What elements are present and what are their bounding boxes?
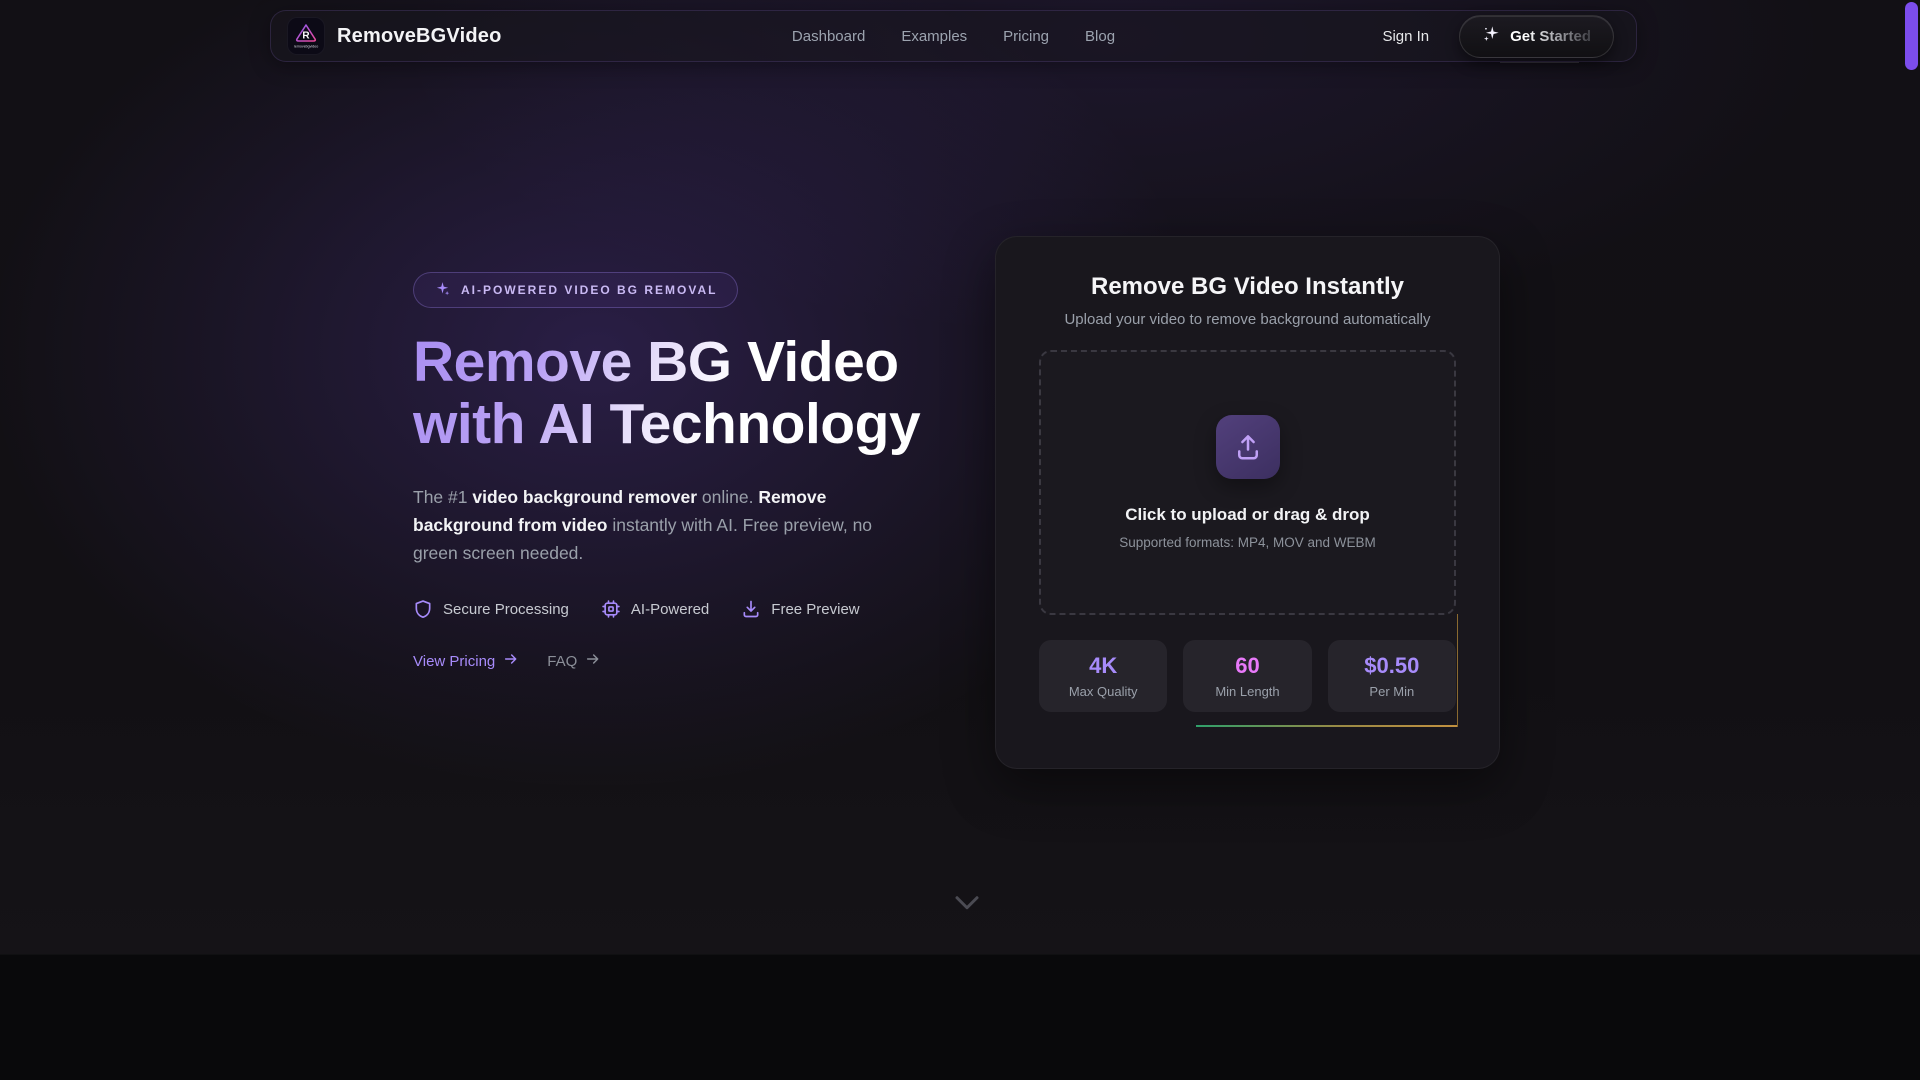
upload-card-title: Remove BG Video Instantly xyxy=(1039,273,1456,301)
feature-secure-processing: Secure Processing xyxy=(413,599,569,619)
feature-ai-powered: AI-Powered xyxy=(601,599,709,619)
page: R removebgvideo RemoveBGVideo Dashboard … xyxy=(0,0,1920,1080)
hero-description: The #1 video background remover online. … xyxy=(413,483,907,567)
download-icon xyxy=(741,599,761,619)
nav-links: Dashboard Examples Pricing Blog xyxy=(792,28,1115,45)
feature-list: Secure Processing AI-Powered xyxy=(413,599,958,619)
nav-link-dashboard[interactable]: Dashboard xyxy=(792,28,865,45)
stat-value: $0.50 xyxy=(1364,653,1419,679)
nav-link-pricing[interactable]: Pricing xyxy=(1003,28,1049,45)
stat-label: Max Quality xyxy=(1069,684,1138,699)
sparkles-icon xyxy=(1482,24,1501,48)
dropzone-title: Click to upload or drag & drop xyxy=(1125,505,1370,525)
faq-link[interactable]: FAQ xyxy=(547,651,601,671)
cpu-icon xyxy=(601,599,621,619)
upload-card: Remove BG Video Instantly Upload your vi… xyxy=(995,236,1500,769)
brand-home-link[interactable]: R removebgvideo RemoveBGVideo xyxy=(287,17,502,55)
sign-in-link[interactable]: Sign In xyxy=(1382,28,1429,45)
stat-value: 60 xyxy=(1235,653,1259,679)
app-logo-icon: R removebgvideo xyxy=(287,17,325,55)
hero-background xyxy=(0,0,1920,954)
feature-free-preview: Free Preview xyxy=(741,599,859,619)
svg-text:R: R xyxy=(302,31,310,42)
scrollbar-thumb[interactable] xyxy=(1905,2,1918,70)
footer-section xyxy=(0,954,1920,1080)
feature-label: Secure Processing xyxy=(443,601,569,618)
get-started-button[interactable]: Get Started xyxy=(1459,15,1614,58)
feature-label: AI-Powered xyxy=(631,601,709,618)
svg-text:removebgvideo: removebgvideo xyxy=(294,45,319,49)
view-pricing-link[interactable]: View Pricing xyxy=(413,651,519,671)
scroll-down-chevron-icon[interactable] xyxy=(952,892,982,921)
feature-label: Free Preview xyxy=(771,601,859,618)
hero-links: View Pricing FAQ xyxy=(413,651,958,671)
upload-dropzone[interactable]: Click to upload or drag & drop Supported… xyxy=(1039,350,1456,615)
upload-card-subtitle: Upload your video to remove background a… xyxy=(1039,311,1456,328)
gradient-artifact-line xyxy=(1196,725,1458,727)
nav-link-examples[interactable]: Examples xyxy=(901,28,967,45)
stat-per-min: $0.50 Per Min xyxy=(1328,640,1456,712)
arrow-right-icon xyxy=(585,651,601,671)
vertical-artifact-line xyxy=(1457,614,1458,727)
navbar: R removebgvideo RemoveBGVideo Dashboard … xyxy=(270,10,1637,62)
stat-label: Min Length xyxy=(1215,684,1279,699)
hero-badge: AI-POWERED VIDEO BG REMOVAL xyxy=(413,272,738,308)
faq-label: FAQ xyxy=(547,653,577,670)
nav-actions: Sign In Get Started xyxy=(1382,15,1614,58)
stat-min-length: 60 Min Length xyxy=(1183,640,1311,712)
dropzone-formats: Supported formats: MP4, MOV and WEBM xyxy=(1119,535,1376,550)
sparkles-icon xyxy=(434,280,451,300)
stat-value: 4K xyxy=(1089,653,1117,679)
page-title: Remove BG Video with AI Technology xyxy=(413,332,953,455)
hero-content: AI-POWERED VIDEO BG REMOVAL Remove BG Vi… xyxy=(413,272,958,671)
get-started-label: Get Started xyxy=(1510,28,1591,45)
upload-icon xyxy=(1216,415,1280,479)
view-pricing-label: View Pricing xyxy=(413,653,495,670)
stat-label: Per Min xyxy=(1369,684,1414,699)
arrow-right-icon xyxy=(503,651,519,671)
brand-name: RemoveBGVideo xyxy=(337,25,502,48)
nav-link-blog[interactable]: Blog xyxy=(1085,28,1115,45)
shield-icon xyxy=(413,599,433,619)
stat-max-quality: 4K Max Quality xyxy=(1039,640,1167,712)
hero-badge-label: AI-POWERED VIDEO BG REMOVAL xyxy=(461,283,717,297)
stats-row: 4K Max Quality 60 Min Length $0.50 Per M… xyxy=(1039,640,1456,712)
